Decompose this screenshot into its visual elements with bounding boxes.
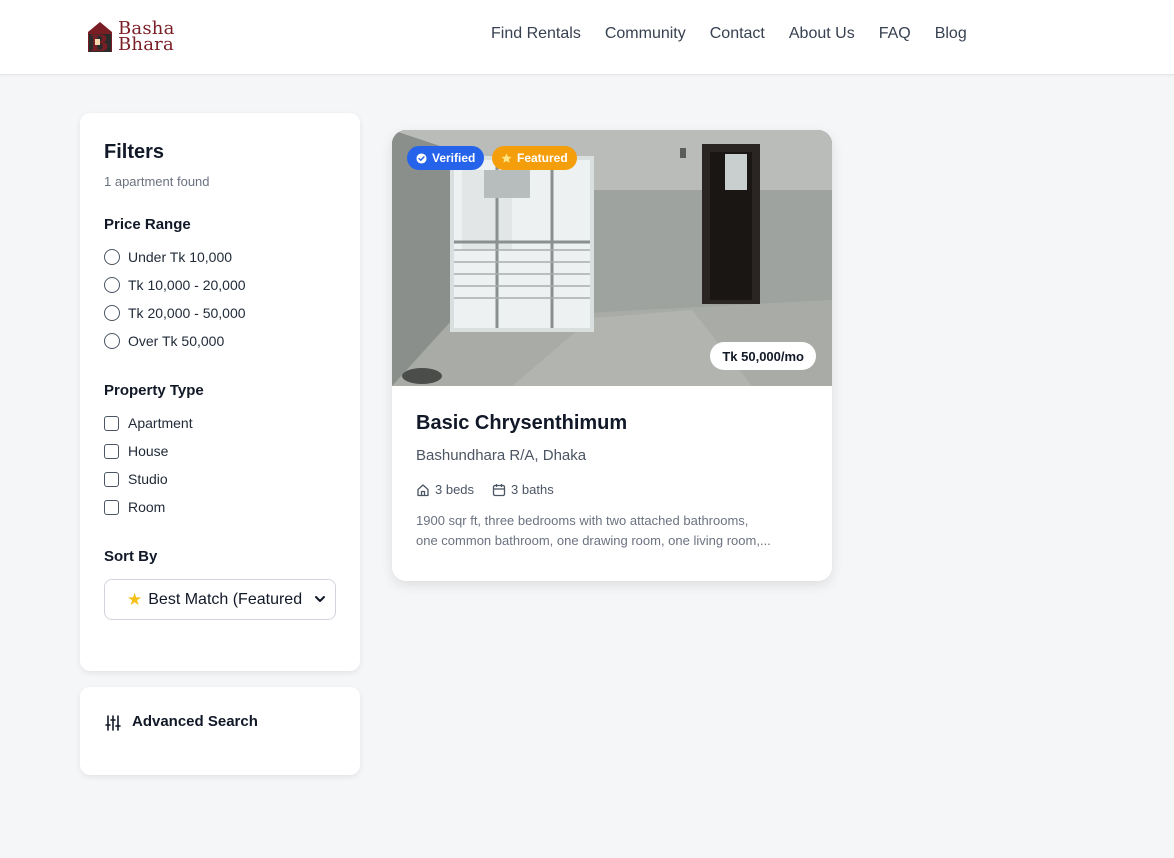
house-b-logo-icon: B bbox=[86, 20, 118, 57]
price-option-label: Tk 10,000 - 20,000 bbox=[128, 277, 246, 293]
description-line-2: one common bathroom, one drawing room, o… bbox=[416, 533, 771, 548]
beds-info: 3 beds bbox=[416, 482, 474, 497]
type-option-label: Apartment bbox=[128, 415, 193, 431]
listing-photo[interactable]: Verified Featured Tk 50,000/mo bbox=[392, 130, 832, 386]
calendar-icon bbox=[492, 483, 506, 496]
price-option-10000-20000[interactable]: Tk 10,000 - 20,000 bbox=[104, 271, 336, 299]
price-range-options: Under Tk 10,000 Tk 10,000 - 20,000 Tk 20… bbox=[104, 243, 336, 355]
results-count: 1 apartment found bbox=[104, 174, 210, 189]
nav-blog[interactable]: Blog bbox=[935, 25, 967, 43]
price-option-label: Under Tk 10,000 bbox=[128, 249, 233, 265]
listing-title[interactable]: Basic Chrysenthimum bbox=[416, 412, 808, 435]
type-option-label: House bbox=[128, 443, 169, 459]
property-type-title: Property Type bbox=[104, 382, 204, 399]
chevron-down-icon bbox=[315, 596, 325, 602]
baths-info: 3 baths bbox=[492, 482, 554, 497]
brand-line-2: Bhara bbox=[118, 34, 174, 55]
sort-select[interactable]: ★ Best Match (Featured bbox=[104, 579, 336, 620]
price-range-title: Price Range bbox=[104, 216, 191, 233]
advanced-search-button[interactable]: Advanced Search bbox=[80, 687, 360, 775]
type-option-label: Studio bbox=[128, 471, 168, 487]
nav-find-rentals[interactable]: Find Rentals bbox=[491, 25, 581, 43]
description-line-1: 1900 sqr ft, three bedrooms with two att… bbox=[416, 513, 749, 528]
listing-meta: 3 beds 3 baths bbox=[416, 482, 808, 497]
type-option-label: Room bbox=[128, 499, 166, 515]
nav-about-us[interactable]: About Us bbox=[789, 25, 855, 43]
radio-button[interactable] bbox=[104, 277, 120, 293]
listing-card[interactable]: Verified Featured Tk 50,000/mo Basic Chr… bbox=[392, 130, 832, 581]
type-option-house[interactable]: House bbox=[104, 437, 336, 465]
featured-label: Featured bbox=[517, 151, 568, 165]
check-circle-icon bbox=[416, 152, 427, 164]
main-nav: Find Rentals Community Contact About Us … bbox=[491, 22, 967, 46]
advanced-search-label: Advanced Search bbox=[132, 713, 258, 730]
nav-faq[interactable]: FAQ bbox=[879, 25, 911, 43]
featured-badge: Featured bbox=[492, 146, 577, 170]
checkbox[interactable] bbox=[104, 415, 119, 431]
filters-title: Filters bbox=[104, 141, 165, 163]
radio-button[interactable] bbox=[104, 305, 120, 321]
listing-description: 1900 sqr ft, three bedrooms with two att… bbox=[416, 511, 808, 551]
price-option-label: Tk 20,000 - 50,000 bbox=[128, 305, 246, 321]
checkbox[interactable] bbox=[104, 471, 119, 487]
checkbox[interactable] bbox=[104, 499, 119, 515]
listing-details: Basic Chrysenthimum Bashundhara R/A, Dha… bbox=[416, 412, 808, 551]
radio-button[interactable] bbox=[104, 249, 120, 265]
listing-location: Bashundhara R/A, Dhaka bbox=[416, 447, 587, 464]
brand-wordmark: Basha Bhara bbox=[118, 20, 175, 55]
filters-panel: Filters 1 apartment found Price Range Un… bbox=[80, 113, 360, 671]
property-type-options: Apartment House Studio Room bbox=[104, 409, 336, 521]
home-icon bbox=[417, 483, 429, 496]
type-option-apartment[interactable]: Apartment bbox=[104, 409, 336, 437]
type-option-studio[interactable]: Studio bbox=[104, 465, 336, 493]
verified-badge: Verified bbox=[407, 146, 485, 170]
brand-logo[interactable]: B Basha Bhara bbox=[86, 18, 190, 57]
price-option-over-50000[interactable]: Over Tk 50,000 bbox=[104, 327, 336, 355]
baths-count: 3 baths bbox=[511, 482, 554, 497]
sort-by-title: Sort By bbox=[104, 548, 158, 565]
star-icon: ★ bbox=[127, 589, 143, 609]
nav-contact[interactable]: Contact bbox=[710, 25, 765, 43]
checkbox[interactable] bbox=[104, 443, 119, 459]
star-icon bbox=[501, 153, 512, 163]
price-option-under-10000[interactable]: Under Tk 10,000 bbox=[104, 243, 336, 271]
price-option-20000-50000[interactable]: Tk 20,000 - 50,000 bbox=[104, 299, 336, 327]
price-tag: Tk 50,000/mo bbox=[710, 342, 816, 370]
price-option-label: Over Tk 50,000 bbox=[128, 333, 225, 349]
nav-community[interactable]: Community bbox=[605, 25, 686, 43]
radio-button[interactable] bbox=[104, 333, 120, 349]
beds-count: 3 beds bbox=[435, 482, 475, 497]
verified-label: Verified bbox=[432, 151, 476, 165]
type-option-room[interactable]: Room bbox=[104, 493, 336, 521]
sliders-icon bbox=[105, 715, 121, 731]
site-header: B Basha Bhara Find Rentals Community Con… bbox=[0, 0, 1174, 75]
sort-selected-value: Best Match (Featured bbox=[148, 590, 303, 608]
